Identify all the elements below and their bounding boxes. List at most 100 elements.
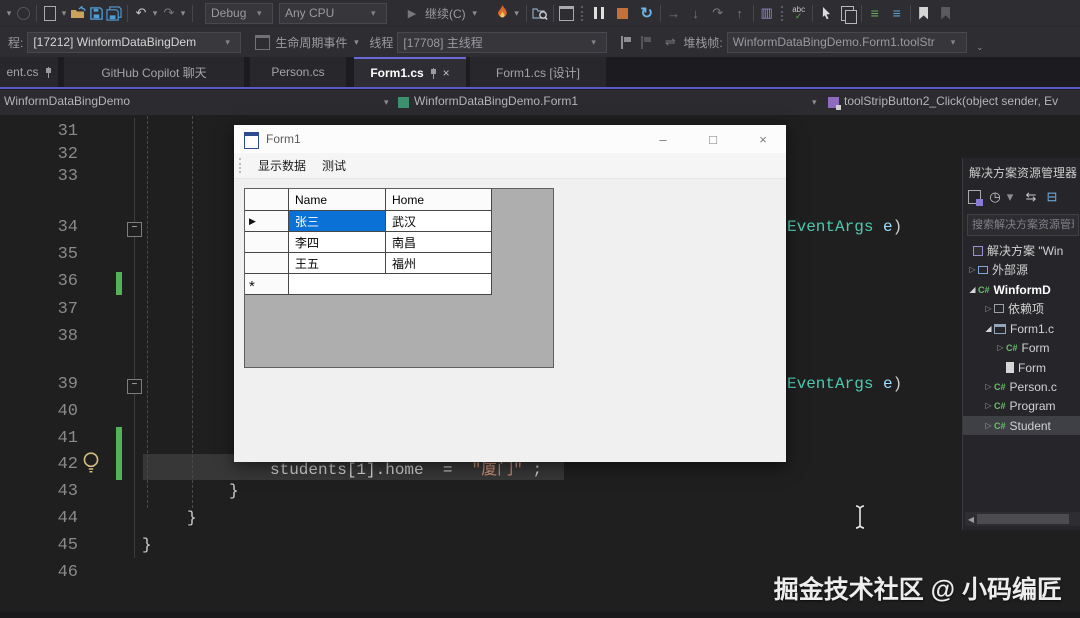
undo-caret-icon[interactable]: ▾ xyxy=(150,2,160,24)
tab-form1-cs-design[interactable]: Form1.cs [设计] xyxy=(470,57,606,87)
grid-row-header[interactable] xyxy=(245,253,289,274)
bookmark-icon[interactable] xyxy=(915,2,933,24)
scrollbar-thumb[interactable] xyxy=(977,514,1069,524)
tree-item-project[interactable]: ◢ C# WinformD xyxy=(963,280,1080,299)
grid-column-header-home[interactable]: Home xyxy=(386,189,492,211)
horizontal-scrollbar[interactable]: ◀ xyxy=(965,512,1080,526)
new-file-icon[interactable] xyxy=(41,2,59,24)
open-file-icon[interactable] xyxy=(69,2,87,24)
collapse-region-icon[interactable]: − xyxy=(127,222,142,237)
filter-caret-icon[interactable]: ▾ xyxy=(1003,188,1017,206)
grid-cell-name-1[interactable]: 张三 xyxy=(289,211,386,232)
panel-title[interactable]: 解决方案资源管理器 xyxy=(969,164,1079,181)
toolbar-options-caret-icon[interactable]: ▾ xyxy=(4,2,14,24)
close-icon[interactable]: × xyxy=(443,66,450,80)
collapse-all-icon[interactable]: ⊟ xyxy=(1045,188,1059,206)
grid-row-header[interactable] xyxy=(245,232,289,253)
toggle-frames-icon[interactable]: ⇌ xyxy=(661,31,679,53)
lifecycle-caret-icon[interactable]: ▾ xyxy=(351,31,361,53)
select-pointer-icon[interactable] xyxy=(817,2,835,24)
close-button[interactable]: × xyxy=(740,125,786,153)
scroll-left-icon[interactable]: ◀ xyxy=(965,515,977,524)
step-back-icon[interactable]: ↷ xyxy=(709,2,727,24)
grid-cell-name-2[interactable]: 李四 xyxy=(289,232,386,253)
step-into-icon[interactable]: ↓ xyxy=(687,2,705,24)
save-icon[interactable] xyxy=(87,2,105,24)
step-over-icon[interactable]: → xyxy=(665,2,683,24)
parallel-stacks-icon[interactable]: ▥ xyxy=(758,2,776,24)
datagridview[interactable]: Name Home ▶ 张三 武汉 李四 南昌 王五 福州 * xyxy=(244,188,554,368)
toolbar-grip[interactable] xyxy=(580,5,585,21)
tab-form1-cs[interactable]: Form1.cs × xyxy=(354,57,466,87)
continue-button[interactable]: 继续(C) xyxy=(425,5,466,22)
debug-configuration-combo[interactable]: Debug ▾ xyxy=(205,2,273,24)
continue-caret-icon[interactable]: ▾ xyxy=(470,2,480,24)
comment-icon[interactable]: ≡ xyxy=(888,2,906,24)
breadcrumb-project[interactable]: WinformDataBingDemo xyxy=(4,94,130,108)
search-input[interactable] xyxy=(967,214,1079,236)
chevron-collapsed-icon[interactable]: ▷ xyxy=(995,343,1006,352)
undo-icon[interactable]: ↶ xyxy=(132,2,150,24)
grid-new-row-cells[interactable] xyxy=(289,274,492,295)
chevron-expanded-icon[interactable]: ◢ xyxy=(983,324,994,333)
lifecycle-events-icon[interactable] xyxy=(253,31,271,53)
hot-reload-caret-icon[interactable]: ▾ xyxy=(512,2,522,24)
continue-play-icon[interactable]: ▶ xyxy=(403,2,421,24)
pending-changes-filter-icon[interactable]: ◷ xyxy=(988,188,1002,206)
tree-item-student-cs[interactable]: ▷ C# Student xyxy=(963,416,1080,435)
spell-check-icon[interactable]: abc ✓ xyxy=(790,2,808,24)
toolbar-overflow-icon[interactable]: ⌄ xyxy=(975,36,985,58)
tree-item-dependencies[interactable]: ▷ 依赖项 xyxy=(963,299,1080,318)
thread-combo[interactable]: [17708] 主线程 ▾ xyxy=(397,31,608,53)
indent-icon[interactable]: ≡ xyxy=(866,2,884,24)
tab-student-cs[interactable]: ent.cs xyxy=(0,57,58,87)
stop-debugging-icon[interactable] xyxy=(614,2,632,24)
copy-icon[interactable] xyxy=(839,2,858,24)
type-caret-icon[interactable]: ▾ xyxy=(812,97,822,108)
hot-reload-icon[interactable] xyxy=(494,2,512,24)
chevron-collapsed-icon[interactable]: ▷ xyxy=(983,421,994,430)
breadcrumb-type[interactable]: WinformDataBingDemo.Form1 xyxy=(414,94,578,108)
tree-item-solution[interactable]: 解决方案 "Win xyxy=(963,241,1080,260)
chevron-expanded-icon[interactable]: ◢ xyxy=(967,285,978,294)
step-out-icon[interactable]: ↑ xyxy=(731,2,749,24)
chevron-collapsed-icon[interactable]: ▷ xyxy=(983,401,994,410)
grid-corner-header[interactable] xyxy=(245,189,289,211)
chevron-collapsed-icon[interactable]: ▷ xyxy=(983,304,994,313)
bookmark-prev-icon[interactable] xyxy=(937,2,955,24)
chevron-collapsed-icon[interactable]: ▷ xyxy=(983,382,994,391)
tab-person-cs[interactable]: Person.cs xyxy=(250,57,346,87)
maximize-button[interactable]: □ xyxy=(690,125,736,153)
tree-item-external-sources[interactable]: ▷ 外部源 xyxy=(963,260,1080,279)
grid-column-header-name[interactable]: Name xyxy=(289,189,386,211)
switch-views-icon[interactable] xyxy=(967,188,983,206)
platform-combo[interactable]: Any CPU ▾ xyxy=(279,2,387,24)
flag-thread-icon[interactable] xyxy=(637,31,655,53)
grid-cell-home-1[interactable]: 武汉 xyxy=(386,211,492,232)
show-flagged-threads-icon[interactable] xyxy=(617,31,635,53)
break-all-icon[interactable] xyxy=(590,2,608,24)
restart-icon[interactable]: ↻ xyxy=(638,2,656,24)
navigate-back-icon[interactable] xyxy=(14,2,32,24)
toolbar-grip[interactable] xyxy=(780,5,785,21)
project-caret-icon[interactable]: ▾ xyxy=(384,97,394,108)
test-button[interactable]: 测试 xyxy=(314,154,354,177)
save-all-icon[interactable] xyxy=(105,2,123,24)
lightbulb-quick-action-icon[interactable] xyxy=(80,451,102,480)
pin-icon[interactable] xyxy=(45,66,52,78)
chevron-collapsed-icon[interactable]: ▷ xyxy=(967,265,978,274)
sync-with-active-document-icon[interactable]: ⇆ xyxy=(1024,188,1038,206)
tree-item-program-cs[interactable]: ▷ C# Program xyxy=(963,396,1080,415)
tree-item-form1-designer[interactable]: ▷ C# Form xyxy=(963,338,1080,357)
browse-window-icon[interactable] xyxy=(558,2,576,24)
tree-item-form1[interactable]: ◢ Form1.c xyxy=(963,319,1080,338)
toolstrip-grip[interactable] xyxy=(239,158,243,173)
grid-cell-name-3[interactable]: 王五 xyxy=(289,253,386,274)
collapse-region-icon[interactable]: − xyxy=(127,379,142,394)
tab-github-copilot-chat[interactable]: GitHub Copilot 聊天 xyxy=(64,57,244,87)
grid-cell-home-2[interactable]: 南昌 xyxy=(386,232,492,253)
tree-item-form1-resx[interactable]: Form xyxy=(963,358,1080,377)
new-file-caret-icon[interactable]: ▾ xyxy=(59,2,69,24)
redo-caret-icon[interactable]: ▾ xyxy=(178,2,188,24)
breadcrumb-member[interactable]: toolStripButton2_Click(object sender, Ev xyxy=(844,94,1080,108)
